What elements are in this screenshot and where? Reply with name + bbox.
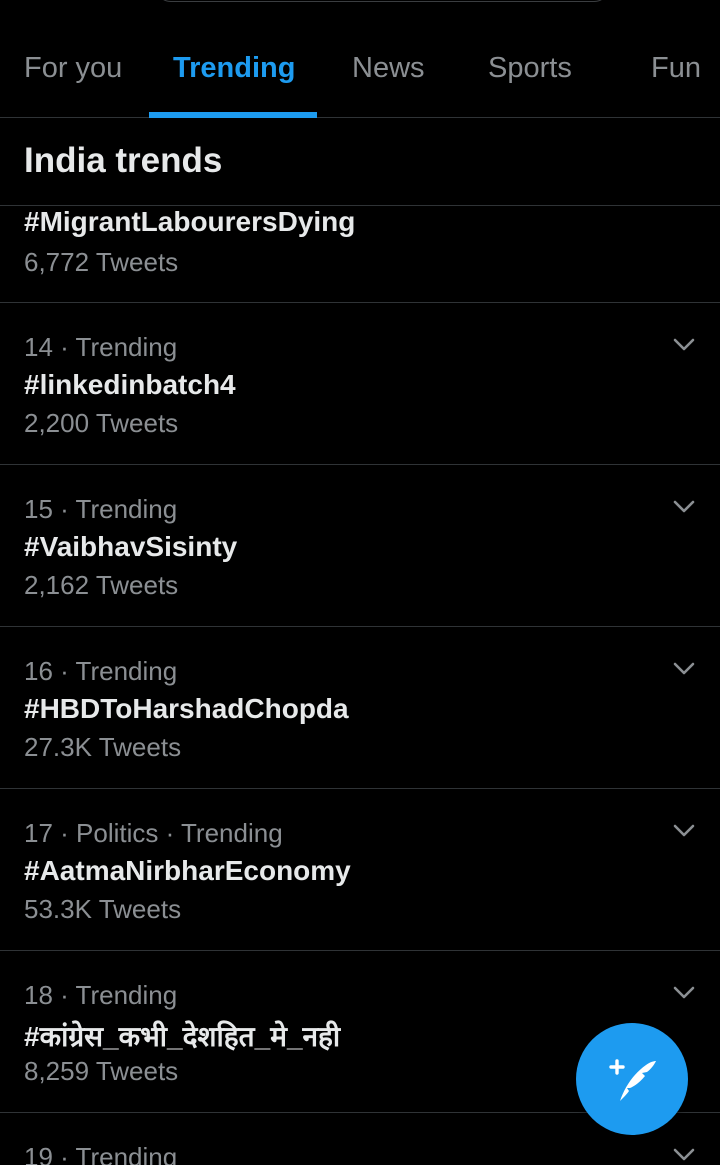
tab-news[interactable]: News	[352, 52, 425, 85]
trend-name: #HBDToHarshadChopda	[24, 693, 349, 724]
chevron-down-icon[interactable]	[672, 819, 696, 843]
trend-meta: 18 · Trending	[24, 980, 178, 1010]
chevron-down-icon[interactable]	[672, 1143, 696, 1165]
trend-name: #linkedinbatch4	[24, 369, 236, 400]
trend-item[interactable]: 15 · Trending #VaibhavSisinty 2,162 Twee…	[0, 465, 720, 627]
chevron-down-icon[interactable]	[672, 333, 696, 357]
trend-meta: 17 · Politics · Trending	[24, 818, 283, 848]
explore-tabs: For you Trending News Sports Fun	[0, 0, 720, 118]
compose-tweet-button[interactable]	[576, 1023, 688, 1135]
trend-tweet-count: 53.3K Tweets	[24, 894, 182, 924]
trend-name: #कांग्रेस_कभी_देशहित_मे_नही	[24, 1021, 341, 1052]
trend-item[interactable]: 17 · Politics · Trending #AatmaNirbharEc…	[0, 789, 720, 951]
trend-tweet-count: 8,259 Tweets	[24, 1056, 179, 1086]
trend-item[interactable]: 14 · Trending #linkedinbatch4 2,200 Twee…	[0, 303, 720, 465]
trend-tweet-count: 6,772 Tweets	[24, 247, 179, 277]
trend-meta: 14 · Trending	[24, 332, 178, 362]
tab-sports[interactable]: Sports	[488, 52, 572, 85]
tab-trending[interactable]: Trending	[173, 52, 295, 85]
trend-item[interactable]: 16 · Trending #HBDToHarshadChopda 27.3K …	[0, 627, 720, 789]
trend-meta: 16 · Trending	[24, 656, 178, 686]
trend-item[interactable]: #MigrantLabourersDying 6,772 Tweets	[0, 206, 720, 303]
trend-meta: 19 · Trending	[24, 1142, 178, 1165]
section-title: India trends	[24, 141, 223, 180]
tab-fun[interactable]: Fun	[651, 52, 701, 85]
trend-meta: 15 · Trending	[24, 494, 178, 524]
trend-tweet-count: 2,200 Tweets	[24, 408, 179, 438]
trend-tweet-count: 2,162 Tweets	[24, 570, 179, 600]
chevron-down-icon[interactable]	[672, 495, 696, 519]
trend-name: #MigrantLabourersDying	[24, 206, 356, 237]
chevron-down-icon[interactable]	[672, 657, 696, 681]
active-tab-indicator	[149, 112, 317, 118]
tab-for-you[interactable]: For you	[24, 52, 122, 85]
compose-tweet-icon	[609, 1059, 656, 1101]
chevron-down-icon[interactable]	[672, 981, 696, 1005]
trend-tweet-count: 27.3K Tweets	[24, 732, 182, 762]
trend-name: #VaibhavSisinty	[24, 531, 238, 562]
trend-name: #AatmaNirbharEconomy	[24, 855, 351, 886]
